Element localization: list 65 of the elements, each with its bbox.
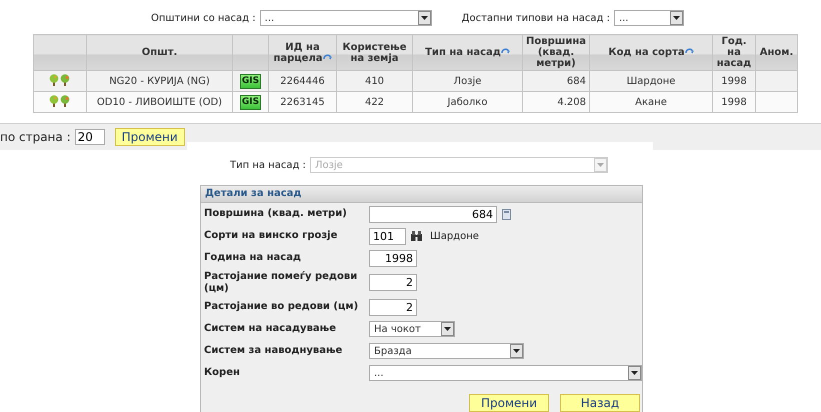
table-cell: 410 <box>336 70 412 92</box>
table-cell: Лозје <box>412 70 522 92</box>
form-button[interactable]: Промени <box>469 394 549 412</box>
dropdown[interactable]: На чокот <box>369 321 455 337</box>
caret-icon <box>420 16 428 20</box>
number-field[interactable]: 1998 <box>369 250 417 266</box>
apply-button[interactable]: Промени <box>114 128 185 146</box>
filter-label: Достапни типови на насад : <box>462 12 610 24</box>
gis-button[interactable]: GIS <box>240 74 262 88</box>
table-cell: Акане <box>590 92 713 112</box>
column-header[interactable]: Код на сорта <box>590 34 713 70</box>
binoculars-icon[interactable] <box>411 231 422 241</box>
trees-icon[interactable] <box>49 94 71 106</box>
sort-icon[interactable] <box>684 47 694 55</box>
area-field[interactable]: 684 <box>369 206 497 222</box>
field-label: Година на насад <box>204 252 302 264</box>
per-page-field[interactable]: 20 <box>74 129 105 145</box>
variety-name: Шардоне <box>430 230 479 242</box>
dropdown[interactable]: ... <box>369 365 642 381</box>
table-cell: 4.208 <box>522 92 590 112</box>
field-label: Растојание во редови (цм) <box>204 301 360 313</box>
table-cell: 1998 <box>712 70 756 92</box>
table-cell: 2264446 <box>268 70 336 92</box>
caret-icon <box>596 163 604 167</box>
per-page-label: по страна : <box>0 130 71 144</box>
column-header: Општ. <box>86 34 232 70</box>
dropdown[interactable]: ... <box>614 10 684 26</box>
table-cell: OD10 - ЛИВОИШТЕ (OD) <box>86 92 232 112</box>
form-button[interactable]: Назад <box>560 394 640 412</box>
table-cell: NG20 - КУРИЈА (NG) <box>86 70 232 92</box>
field-label: Површина (квад. метри) <box>204 208 348 220</box>
field-label: Систем на насадување <box>204 323 337 335</box>
column-header: Год. на насад <box>712 34 756 70</box>
trees-icon[interactable] <box>49 74 71 86</box>
table-cell: 422 <box>336 92 412 112</box>
table-cell: 1998 <box>712 92 756 112</box>
caret-icon <box>672 16 680 20</box>
table-cell: 2263145 <box>268 92 336 112</box>
column-header: Користење на земја <box>336 34 412 70</box>
column-header[interactable]: ИД на парцела <box>268 34 336 70</box>
column-header: Површина (квад. метри) <box>522 34 590 70</box>
calculator-icon[interactable] <box>502 208 511 220</box>
plant-type-label: Тип на насад : <box>230 160 306 170</box>
column-header: Аном. <box>756 34 798 70</box>
panel-title: Детали за насад <box>201 186 642 203</box>
table-cell: Шардоне <box>590 70 713 92</box>
caret-icon <box>444 327 451 331</box>
number-field[interactable]: 2 <box>369 298 417 316</box>
filter-label: Општини со насад : <box>151 12 256 24</box>
field-label: Систем за наводнување <box>204 345 344 357</box>
field-label: Корен <box>204 367 241 379</box>
number-field[interactable]: 2 <box>369 274 417 291</box>
column-header[interactable]: Тип на насад <box>412 34 522 70</box>
caret-icon <box>513 349 520 353</box>
dropdown[interactable]: ... <box>260 10 432 26</box>
gis-button[interactable]: GIS <box>240 94 262 110</box>
table-cell: 684 <box>522 70 590 92</box>
field-label: Сорти на винско грозје <box>204 230 338 242</box>
caret-icon <box>631 371 638 375</box>
sort-icon[interactable] <box>500 47 510 55</box>
table-cell: Јаболко <box>412 92 522 112</box>
variety-code-field[interactable]: 101 <box>369 228 406 244</box>
field-label: Растојание помеѓу редови (цм) <box>204 270 358 294</box>
dropdown[interactable]: Бразда <box>369 343 524 359</box>
sort-icon[interactable] <box>322 52 332 60</box>
